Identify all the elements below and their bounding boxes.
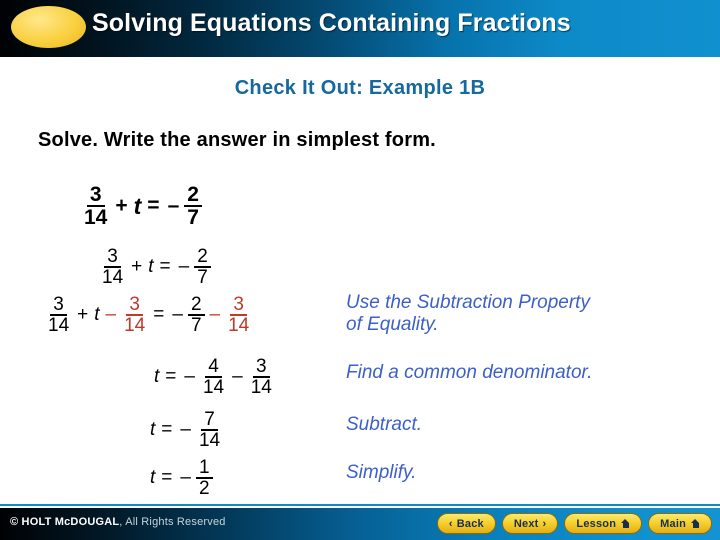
equals-operator: = [147,194,160,218]
fraction-3-over-14: 3 14 [48,294,70,337]
variable-t: t [94,304,100,326]
fraction-3-over-14: 3 14 [250,356,272,399]
fraction-2-over-7: 2 7 [184,184,202,229]
fraction-3-over-14-accent: 3 14 [124,294,146,337]
copyright-text: © HOLT McDOUGAL, All Rights Reserved [10,516,226,528]
chevron-right-icon: › [542,517,547,530]
navigation-buttons: ‹ Back Next › Lesson Main [436,513,712,534]
equation-line-2: 3 14 + t = – 2 7 [98,247,212,288]
minus-operator: – [172,304,183,326]
fraction-4-over-14: 4 14 [202,356,225,399]
minus-operator-accent: – [105,304,117,326]
annotation-simplify: Simplify. [346,462,417,483]
fraction-3-over-14: 3 14 [102,246,124,289]
minus-operator: – [184,366,195,388]
variable-t: t [154,366,160,388]
back-button-label: Back [456,517,484,530]
minus-operator: – [180,467,191,489]
equation-line-6: t = – 1 2 [148,458,214,499]
equals-operator: = [161,467,173,489]
variable-t: t [150,419,156,441]
annotation-subtraction-property: Use the Subtraction Property of Equality… [346,292,590,336]
back-button[interactable]: ‹ Back [436,513,496,534]
next-button-label: Next [513,517,539,530]
decorative-ellipse [11,6,86,48]
minus-operator: – [232,366,243,388]
plus-operator: + [115,194,128,218]
lesson-button-label: Lesson [576,517,617,530]
main-button[interactable]: Main [648,513,712,534]
plus-operator: + [77,304,89,326]
equals-operator: = [153,304,165,326]
fraction-2-over-7: 2 7 [187,295,205,336]
minus-operator: – [180,419,191,441]
minus-operator: – [178,256,190,278]
minus-operator-accent: – [209,304,221,326]
equation-line-3: 3 14 + t – 3 14 = – 2 7 – 3 14 [44,295,253,336]
equals-operator: = [159,256,171,278]
equals-operator: = [165,366,177,388]
example-subtitle: Check It Out: Example 1B [234,77,486,99]
minus-operator: – [167,194,180,218]
slide-footer: © HOLT McDOUGAL, All Rights Reserved ‹ B… [0,508,720,540]
equation-line-5: t = – 7 14 [148,410,224,451]
plus-operator: + [131,256,143,278]
main-button-label: Main [660,517,686,530]
fraction-2-over-7: 2 7 [194,247,211,288]
slide-header: Solving Equations Containing Fractions [0,0,720,57]
home-icon [691,519,700,529]
page-title: Solving Equations Containing Fractions [92,9,571,37]
instruction-text: Solve. Write the answer in simplest form… [38,129,436,151]
lesson-button[interactable]: Lesson [564,513,643,534]
equation-line-4: t = – 4 14 – 3 14 [152,357,276,398]
next-button[interactable]: Next › [501,513,559,534]
annotation-subtract: Subtract. [346,414,423,435]
variable-t: t [133,192,142,219]
fraction-1-over-2: 1 2 [195,458,213,499]
footer-divider [0,504,720,506]
brand-name: © HOLT McDOUGAL [10,516,120,528]
chevron-left-icon: ‹ [448,517,453,530]
variable-t: t [150,467,156,489]
annotation-common-denominator: Find a common denominator. [346,362,593,383]
rights-text: , All Rights Reserved [119,516,226,528]
fraction-7-over-14: 7 14 [198,409,221,452]
home-icon [621,519,630,529]
fraction-3-over-14: 3 14 [84,183,108,230]
variable-t: t [148,256,154,278]
equals-operator: = [161,419,173,441]
fraction-3-over-14-accent: 3 14 [228,294,250,337]
equation-line-1: 3 14 + t = – 2 7 [80,184,203,229]
